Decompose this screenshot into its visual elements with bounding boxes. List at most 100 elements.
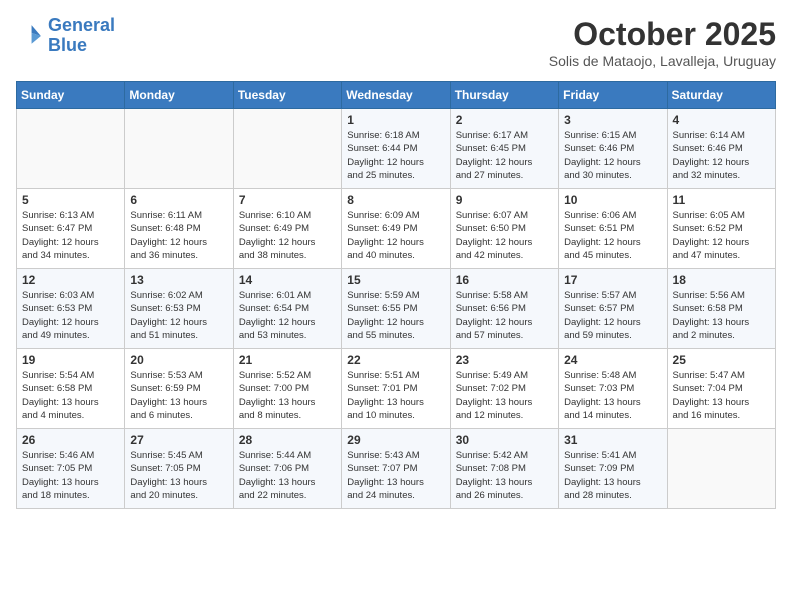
day-number: 16: [456, 273, 553, 287]
day-info: Sunrise: 5:56 AM Sunset: 6:58 PM Dayligh…: [673, 289, 770, 342]
title-block: October 2025 Solis de Mataojo, Lavalleja…: [549, 16, 776, 69]
calendar-cell: 26Sunrise: 5:46 AM Sunset: 7:05 PM Dayli…: [17, 429, 125, 509]
day-info: Sunrise: 5:47 AM Sunset: 7:04 PM Dayligh…: [673, 369, 770, 422]
day-info: Sunrise: 5:52 AM Sunset: 7:00 PM Dayligh…: [239, 369, 336, 422]
day-info: Sunrise: 6:15 AM Sunset: 6:46 PM Dayligh…: [564, 129, 661, 182]
day-info: Sunrise: 6:02 AM Sunset: 6:53 PM Dayligh…: [130, 289, 227, 342]
day-info: Sunrise: 6:09 AM Sunset: 6:49 PM Dayligh…: [347, 209, 444, 262]
day-number: 3: [564, 113, 661, 127]
calendar-cell: [125, 109, 233, 189]
day-number: 7: [239, 193, 336, 207]
day-info: Sunrise: 5:49 AM Sunset: 7:02 PM Dayligh…: [456, 369, 553, 422]
logo-text: General Blue: [48, 16, 115, 56]
calendar-cell: 13 Sunrise: 6:02 AM Sunset: 6:53 PM Dayli…: [125, 269, 233, 349]
calendar-cell: 8 Sunrise: 6:09 AM Sunset: 6:49 PM Daylig…: [342, 189, 450, 269]
day-number: 5: [22, 193, 119, 207]
location-subtitle: Solis de Mataojo, Lavalleja, Uruguay: [549, 53, 776, 69]
day-number: 4: [673, 113, 770, 127]
calendar-week-2: 5 Sunrise: 6:13 AM Sunset: 6:47 PM Daylig…: [17, 189, 776, 269]
month-title: October 2025: [549, 16, 776, 53]
calendar-cell: [233, 109, 341, 189]
day-number: 20: [130, 353, 227, 367]
day-info: Sunrise: 5:54 AM Sunset: 6:58 PM Dayligh…: [22, 369, 119, 422]
day-info: Sunrise: 5:51 AM Sunset: 7:01 PM Dayligh…: [347, 369, 444, 422]
day-number: 22: [347, 353, 444, 367]
calendar-cell: 17Sunrise: 5:57 AM Sunset: 6:57 PM Dayli…: [559, 269, 667, 349]
day-info: Sunrise: 5:45 AM Sunset: 7:05 PM Dayligh…: [130, 449, 227, 502]
day-info: Sunrise: 6:18 AM Sunset: 6:44 PM Dayligh…: [347, 129, 444, 182]
calendar-week-4: 19 Sunrise: 5:54 AM Sunset: 6:58 PM Dayli…: [17, 349, 776, 429]
day-info: Sunrise: 6:10 AM Sunset: 6:49 PM Dayligh…: [239, 209, 336, 262]
calendar-cell: 7 Sunrise: 6:10 AM Sunset: 6:49 PM Daylig…: [233, 189, 341, 269]
calendar-cell: 21 Sunrise: 5:52 AM Sunset: 7:00 PM Dayli…: [233, 349, 341, 429]
day-info: Sunrise: 6:05 AM Sunset: 6:52 PM Dayligh…: [673, 209, 770, 262]
calendar-cell: 6 Sunrise: 6:11 AM Sunset: 6:48 PM Daylig…: [125, 189, 233, 269]
calendar-cell: 19 Sunrise: 5:54 AM Sunset: 6:58 PM Dayli…: [17, 349, 125, 429]
day-number: 29: [347, 433, 444, 447]
day-number: 8: [347, 193, 444, 207]
weekday-header-row: SundayMondayTuesdayWednesdayThursdayFrid…: [17, 82, 776, 109]
day-info: Sunrise: 5:57 AM Sunset: 6:57 PM Dayligh…: [564, 289, 661, 342]
weekday-header-saturday: Saturday: [667, 82, 775, 109]
calendar-cell: 15 Sunrise: 5:59 AM Sunset: 6:55 PM Dayli…: [342, 269, 450, 349]
day-info: Sunrise: 6:06 AM Sunset: 6:51 PM Dayligh…: [564, 209, 661, 262]
day-info: Sunrise: 5:42 AM Sunset: 7:08 PM Dayligh…: [456, 449, 553, 502]
day-info: Sunrise: 6:14 AM Sunset: 6:46 PM Dayligh…: [673, 129, 770, 182]
calendar-cell: 11 Sunrise: 6:05 AM Sunset: 6:52 PM Dayli…: [667, 189, 775, 269]
day-info: Sunrise: 6:17 AM Sunset: 6:45 PM Dayligh…: [456, 129, 553, 182]
day-number: 14: [239, 273, 336, 287]
day-number: 1: [347, 113, 444, 127]
calendar-cell: 5 Sunrise: 6:13 AM Sunset: 6:47 PM Daylig…: [17, 189, 125, 269]
day-number: 11: [673, 193, 770, 207]
day-info: Sunrise: 5:58 AM Sunset: 6:56 PM Dayligh…: [456, 289, 553, 342]
calendar-cell: 4 Sunrise: 6:14 AM Sunset: 6:46 PM Daylig…: [667, 109, 775, 189]
day-number: 12: [22, 273, 119, 287]
day-number: 23: [456, 353, 553, 367]
calendar-cell: 22 Sunrise: 5:51 AM Sunset: 7:01 PM Dayli…: [342, 349, 450, 429]
calendar-cell: 20Sunrise: 5:53 AM Sunset: 6:59 PM Dayli…: [125, 349, 233, 429]
day-info: Sunrise: 6:07 AM Sunset: 6:50 PM Dayligh…: [456, 209, 553, 262]
calendar-cell: 31Sunrise: 5:41 AM Sunset: 7:09 PM Dayli…: [559, 429, 667, 509]
day-info: Sunrise: 5:48 AM Sunset: 7:03 PM Dayligh…: [564, 369, 661, 422]
calendar-cell: 29 Sunrise: 5:43 AM Sunset: 7:07 PM Dayli…: [342, 429, 450, 509]
day-number: 30: [456, 433, 553, 447]
calendar-cell: 14 Sunrise: 6:01 AM Sunset: 6:54 PM Dayli…: [233, 269, 341, 349]
calendar-cell: 18Sunrise: 5:56 AM Sunset: 6:58 PM Dayli…: [667, 269, 775, 349]
calendar-week-1: 1 Sunrise: 6:18 AM Sunset: 6:44 PM Daylig…: [17, 109, 776, 189]
day-number: 2: [456, 113, 553, 127]
calendar-cell: 3 Sunrise: 6:15 AM Sunset: 6:46 PM Daylig…: [559, 109, 667, 189]
day-number: 6: [130, 193, 227, 207]
calendar-table: SundayMondayTuesdayWednesdayThursdayFrid…: [16, 81, 776, 509]
day-info: Sunrise: 5:59 AM Sunset: 6:55 PM Dayligh…: [347, 289, 444, 342]
calendar-cell: 28 Sunrise: 5:44 AM Sunset: 7:06 PM Dayli…: [233, 429, 341, 509]
calendar-cell: 2 Sunrise: 6:17 AM Sunset: 6:45 PM Daylig…: [450, 109, 558, 189]
calendar-cell: 16 Sunrise: 5:58 AM Sunset: 6:56 PM Dayli…: [450, 269, 558, 349]
calendar-cell: 1 Sunrise: 6:18 AM Sunset: 6:44 PM Daylig…: [342, 109, 450, 189]
day-number: 24: [564, 353, 661, 367]
weekday-header-monday: Monday: [125, 82, 233, 109]
logo: General Blue: [16, 16, 115, 56]
day-info: Sunrise: 5:46 AM Sunset: 7:05 PM Dayligh…: [22, 449, 119, 502]
weekday-header-thursday: Thursday: [450, 82, 558, 109]
calendar-cell: 9Sunrise: 6:07 AM Sunset: 6:50 PM Daylig…: [450, 189, 558, 269]
calendar-cell: [17, 109, 125, 189]
weekday-header-sunday: Sunday: [17, 82, 125, 109]
day-info: Sunrise: 6:01 AM Sunset: 6:54 PM Dayligh…: [239, 289, 336, 342]
day-number: 10: [564, 193, 661, 207]
day-info: Sunrise: 6:11 AM Sunset: 6:48 PM Dayligh…: [130, 209, 227, 262]
day-number: 19: [22, 353, 119, 367]
weekday-header-tuesday: Tuesday: [233, 82, 341, 109]
logo-icon: [16, 22, 44, 50]
weekday-header-wednesday: Wednesday: [342, 82, 450, 109]
day-number: 21: [239, 353, 336, 367]
day-info: Sunrise: 6:13 AM Sunset: 6:47 PM Dayligh…: [22, 209, 119, 262]
day-info: Sunrise: 6:03 AM Sunset: 6:53 PM Dayligh…: [22, 289, 119, 342]
page-header: General Blue October 2025 Solis de Matao…: [16, 16, 776, 69]
day-number: 13: [130, 273, 227, 287]
day-info: Sunrise: 5:44 AM Sunset: 7:06 PM Dayligh…: [239, 449, 336, 502]
calendar-week-5: 26Sunrise: 5:46 AM Sunset: 7:05 PM Dayli…: [17, 429, 776, 509]
day-info: Sunrise: 5:43 AM Sunset: 7:07 PM Dayligh…: [347, 449, 444, 502]
day-number: 15: [347, 273, 444, 287]
day-number: 27: [130, 433, 227, 447]
day-number: 28: [239, 433, 336, 447]
